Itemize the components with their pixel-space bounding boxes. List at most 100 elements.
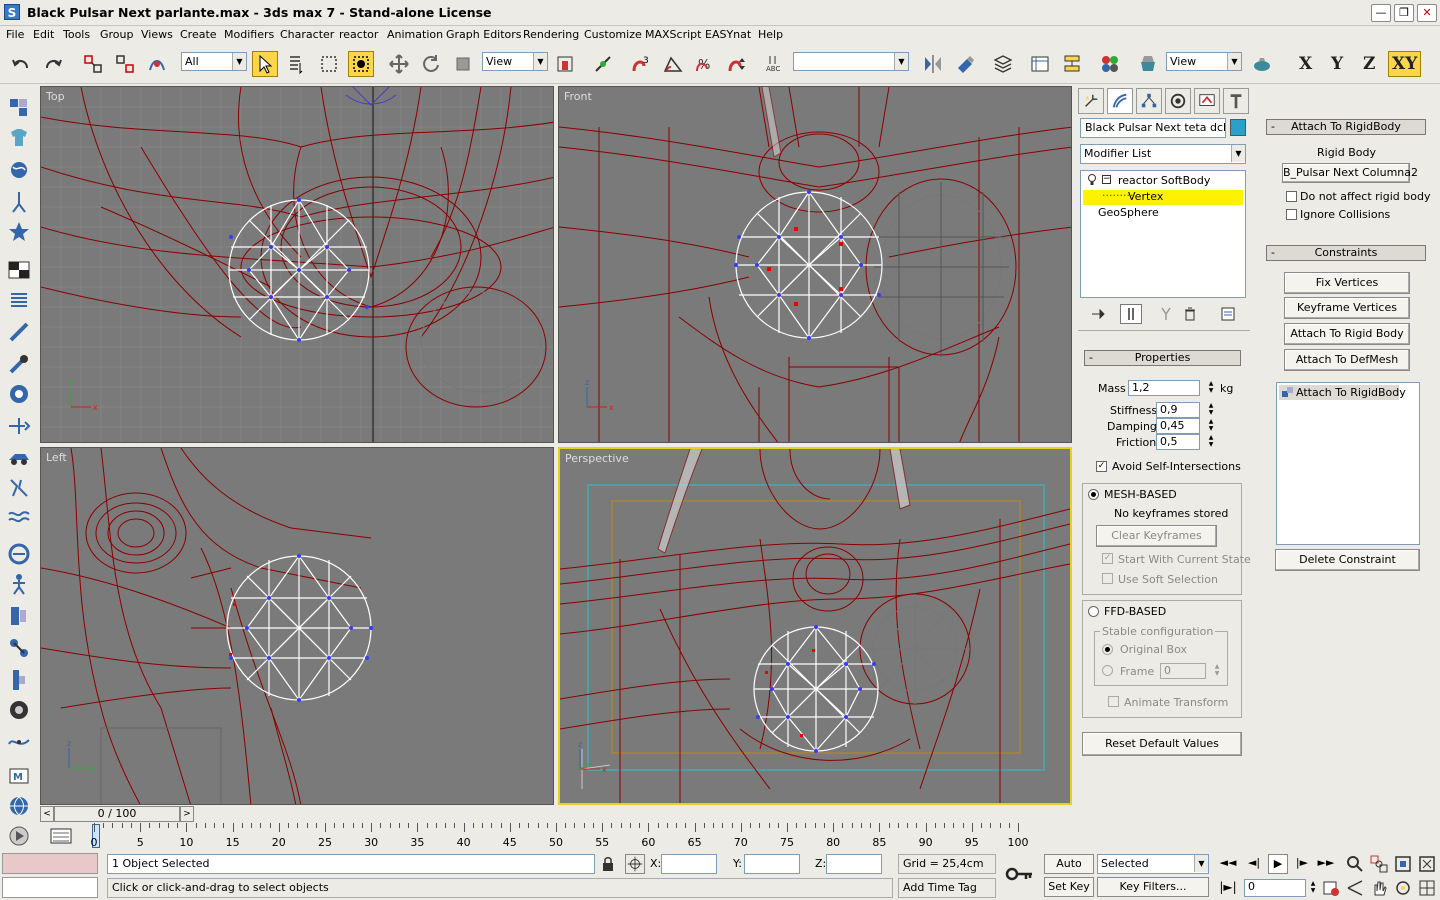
unlink-selection-icon[interactable] xyxy=(112,51,138,77)
soft-body-collection-icon[interactable] xyxy=(7,158,31,182)
minimize-button[interactable]: — xyxy=(1371,4,1391,22)
damping-spinner-arrows[interactable]: ▲ ▼ xyxy=(1206,418,1216,434)
menu-help[interactable]: Help xyxy=(758,28,783,41)
do-not-affect-rigid-body-checkbox[interactable] xyxy=(1286,191,1297,202)
menu-animation[interactable]: Animation xyxy=(387,28,443,41)
go-to-end-icon[interactable]: ►► xyxy=(1316,856,1336,872)
pivot-center-icon[interactable] xyxy=(552,51,578,77)
align-icon[interactable] xyxy=(952,51,978,77)
motion-tab-icon[interactable] xyxy=(1165,88,1191,114)
utilities-tab-icon[interactable] xyxy=(1223,88,1249,114)
zoom-extents-all-icon[interactable] xyxy=(1418,855,1436,873)
constraints-list[interactable]: Attach To RigidBody xyxy=(1276,382,1420,545)
current-frame-spinner-arrows[interactable]: ▲ ▼ xyxy=(1308,880,1318,896)
ragdoll-constraint-icon[interactable] xyxy=(7,572,31,596)
undo-icon[interactable] xyxy=(8,51,34,77)
viewport-left[interactable]: Left zy xyxy=(40,447,554,805)
point-path-icon[interactable] xyxy=(7,730,31,754)
select-and-rotate-icon[interactable] xyxy=(418,51,444,77)
current-frame-field[interactable]: 0 xyxy=(1244,879,1306,897)
layer-manager-icon[interactable] xyxy=(990,51,1016,77)
menu-reactor[interactable]: reactor xyxy=(339,28,378,41)
auto-key-button[interactable]: Auto Key xyxy=(1044,854,1094,888)
cloth-collection-icon[interactable] xyxy=(7,126,31,150)
time-slider-thumb[interactable]: 0 / 100 xyxy=(54,806,180,822)
axis-y-button[interactable]: Y xyxy=(1331,54,1343,74)
add-time-tag[interactable]: Add Time Tag xyxy=(898,878,996,898)
menu-graph-editors[interactable]: Graph Editors xyxy=(446,28,522,41)
animate-transform-checkbox[interactable] xyxy=(1108,696,1119,707)
deforming-mesh-icon[interactable] xyxy=(7,220,31,244)
constraint-solver-icon[interactable] xyxy=(7,542,31,566)
use-soft-selection-checkbox[interactable] xyxy=(1102,573,1113,584)
make-unique-icon[interactable] xyxy=(1158,306,1174,322)
stack-item-vertex[interactable]: Vertex xyxy=(1128,190,1163,203)
next-frame-button[interactable]: > xyxy=(180,806,194,822)
menu-views[interactable]: Views xyxy=(141,28,173,41)
hierarchy-tab-icon[interactable] xyxy=(1136,88,1162,114)
modify-tab-icon[interactable] xyxy=(1107,88,1133,114)
render-type-dropdown[interactable]: View ▼ xyxy=(1166,52,1242,71)
app-icon[interactable]: S xyxy=(4,4,20,20)
fracture-icon[interactable] xyxy=(7,476,31,500)
set-key-icon[interactable] xyxy=(1004,862,1036,886)
viewport-label-top[interactable]: Top xyxy=(46,90,65,103)
zoom-all-icon[interactable] xyxy=(1370,855,1388,873)
hinge-constraint-icon[interactable] xyxy=(7,604,31,628)
wind-icon[interactable] xyxy=(7,414,31,438)
remove-modifier-icon[interactable] xyxy=(1182,306,1198,322)
configure-modifier-sets-icon[interactable] xyxy=(1220,306,1236,322)
zoom-icon[interactable] xyxy=(1346,855,1364,873)
create-tab-icon[interactable] xyxy=(1078,88,1104,114)
keyframe-vertices-button[interactable]: Keyframe Vertices xyxy=(1284,297,1410,319)
pin-stack-icon[interactable] xyxy=(1090,306,1106,322)
select-and-manipulate-icon[interactable] xyxy=(590,51,616,77)
properties-rollout-header[interactable]: - Properties xyxy=(1084,350,1241,366)
delete-constraint-button[interactable]: Delete Constraint xyxy=(1275,549,1420,571)
collapse-toggle-icon[interactable]: − xyxy=(1102,175,1111,184)
preview-animation-icon[interactable] xyxy=(7,824,31,848)
viewport-perspective[interactable]: Perspective zx xyxy=(558,447,1072,805)
menu-easynat[interactable]: EASYnat xyxy=(705,28,751,41)
motor-icon[interactable] xyxy=(7,382,31,406)
rope-collection-icon[interactable] xyxy=(7,190,31,214)
start-with-current-state-checkbox[interactable]: ✓ xyxy=(1102,553,1113,564)
mirror-icon[interactable] xyxy=(920,51,946,77)
trackbar[interactable]: 0 5 10 15 20 25 30 35 40 45 50 55 60 65 70 75 80 85 90 95 10… xyxy=(40,823,1070,850)
attach-to-defmesh-button[interactable]: Attach To DefMesh xyxy=(1284,349,1410,371)
reset-default-values-button[interactable]: Reset Default Values xyxy=(1082,732,1242,756)
select-and-link-icon[interactable] xyxy=(80,51,106,77)
constraints-rollout-header[interactable]: - Constraints xyxy=(1266,245,1426,261)
fix-vertices-button[interactable]: Fix Vertices xyxy=(1284,272,1410,294)
schematic-view-icon[interactable] xyxy=(1059,51,1085,77)
viewport-label-front[interactable]: Front xyxy=(564,90,592,103)
modifier-stack[interactable]: − reactor SoftBody ········· Vertex GeoS… xyxy=(1080,170,1246,298)
set-key-button[interactable]: Set Key xyxy=(1044,877,1094,897)
menu-create[interactable]: Create xyxy=(180,28,217,41)
time-configuration-icon[interactable] xyxy=(1322,879,1340,897)
lock-selection-icon[interactable] xyxy=(601,856,615,872)
viewport-label-left[interactable]: Left xyxy=(46,451,67,464)
list-item[interactable]: Attach To RigidBody xyxy=(1279,385,1406,400)
attach-rigidbody-rollout-header[interactable]: - Attach To RigidBody xyxy=(1266,119,1426,135)
prev-frame-button[interactable]: < xyxy=(40,806,54,822)
menu-rendering[interactable]: Rendering xyxy=(523,28,579,41)
menu-maxscript[interactable]: MAXScript xyxy=(645,28,701,41)
axis-xy-button[interactable]: XY xyxy=(1388,51,1422,77)
selection-filter-dropdown[interactable]: All ▼ xyxy=(181,52,247,71)
menu-character[interactable]: Character xyxy=(280,28,334,41)
quick-render-icon[interactable] xyxy=(1249,51,1275,77)
ignore-collisions-checkbox[interactable] xyxy=(1286,209,1297,220)
lightbulb-icon[interactable] xyxy=(1087,174,1097,186)
render-scene-icon[interactable] xyxy=(1135,51,1161,77)
menu-edit[interactable]: Edit xyxy=(33,28,54,41)
axis-z-button[interactable]: Z xyxy=(1363,54,1375,74)
object-color-swatch[interactable] xyxy=(1230,119,1246,136)
stack-item-reactor-softbody[interactable]: reactor SoftBody xyxy=(1118,174,1210,187)
arc-rotate-icon[interactable] xyxy=(1394,879,1412,897)
select-object-icon[interactable] xyxy=(252,51,278,77)
car-wheel-icon[interactable] xyxy=(7,698,31,722)
next-frame-icon[interactable]: |► xyxy=(1292,856,1312,872)
snaps-toggle-icon[interactable]: 3 xyxy=(628,51,654,77)
display-tab-icon[interactable] xyxy=(1194,88,1220,114)
